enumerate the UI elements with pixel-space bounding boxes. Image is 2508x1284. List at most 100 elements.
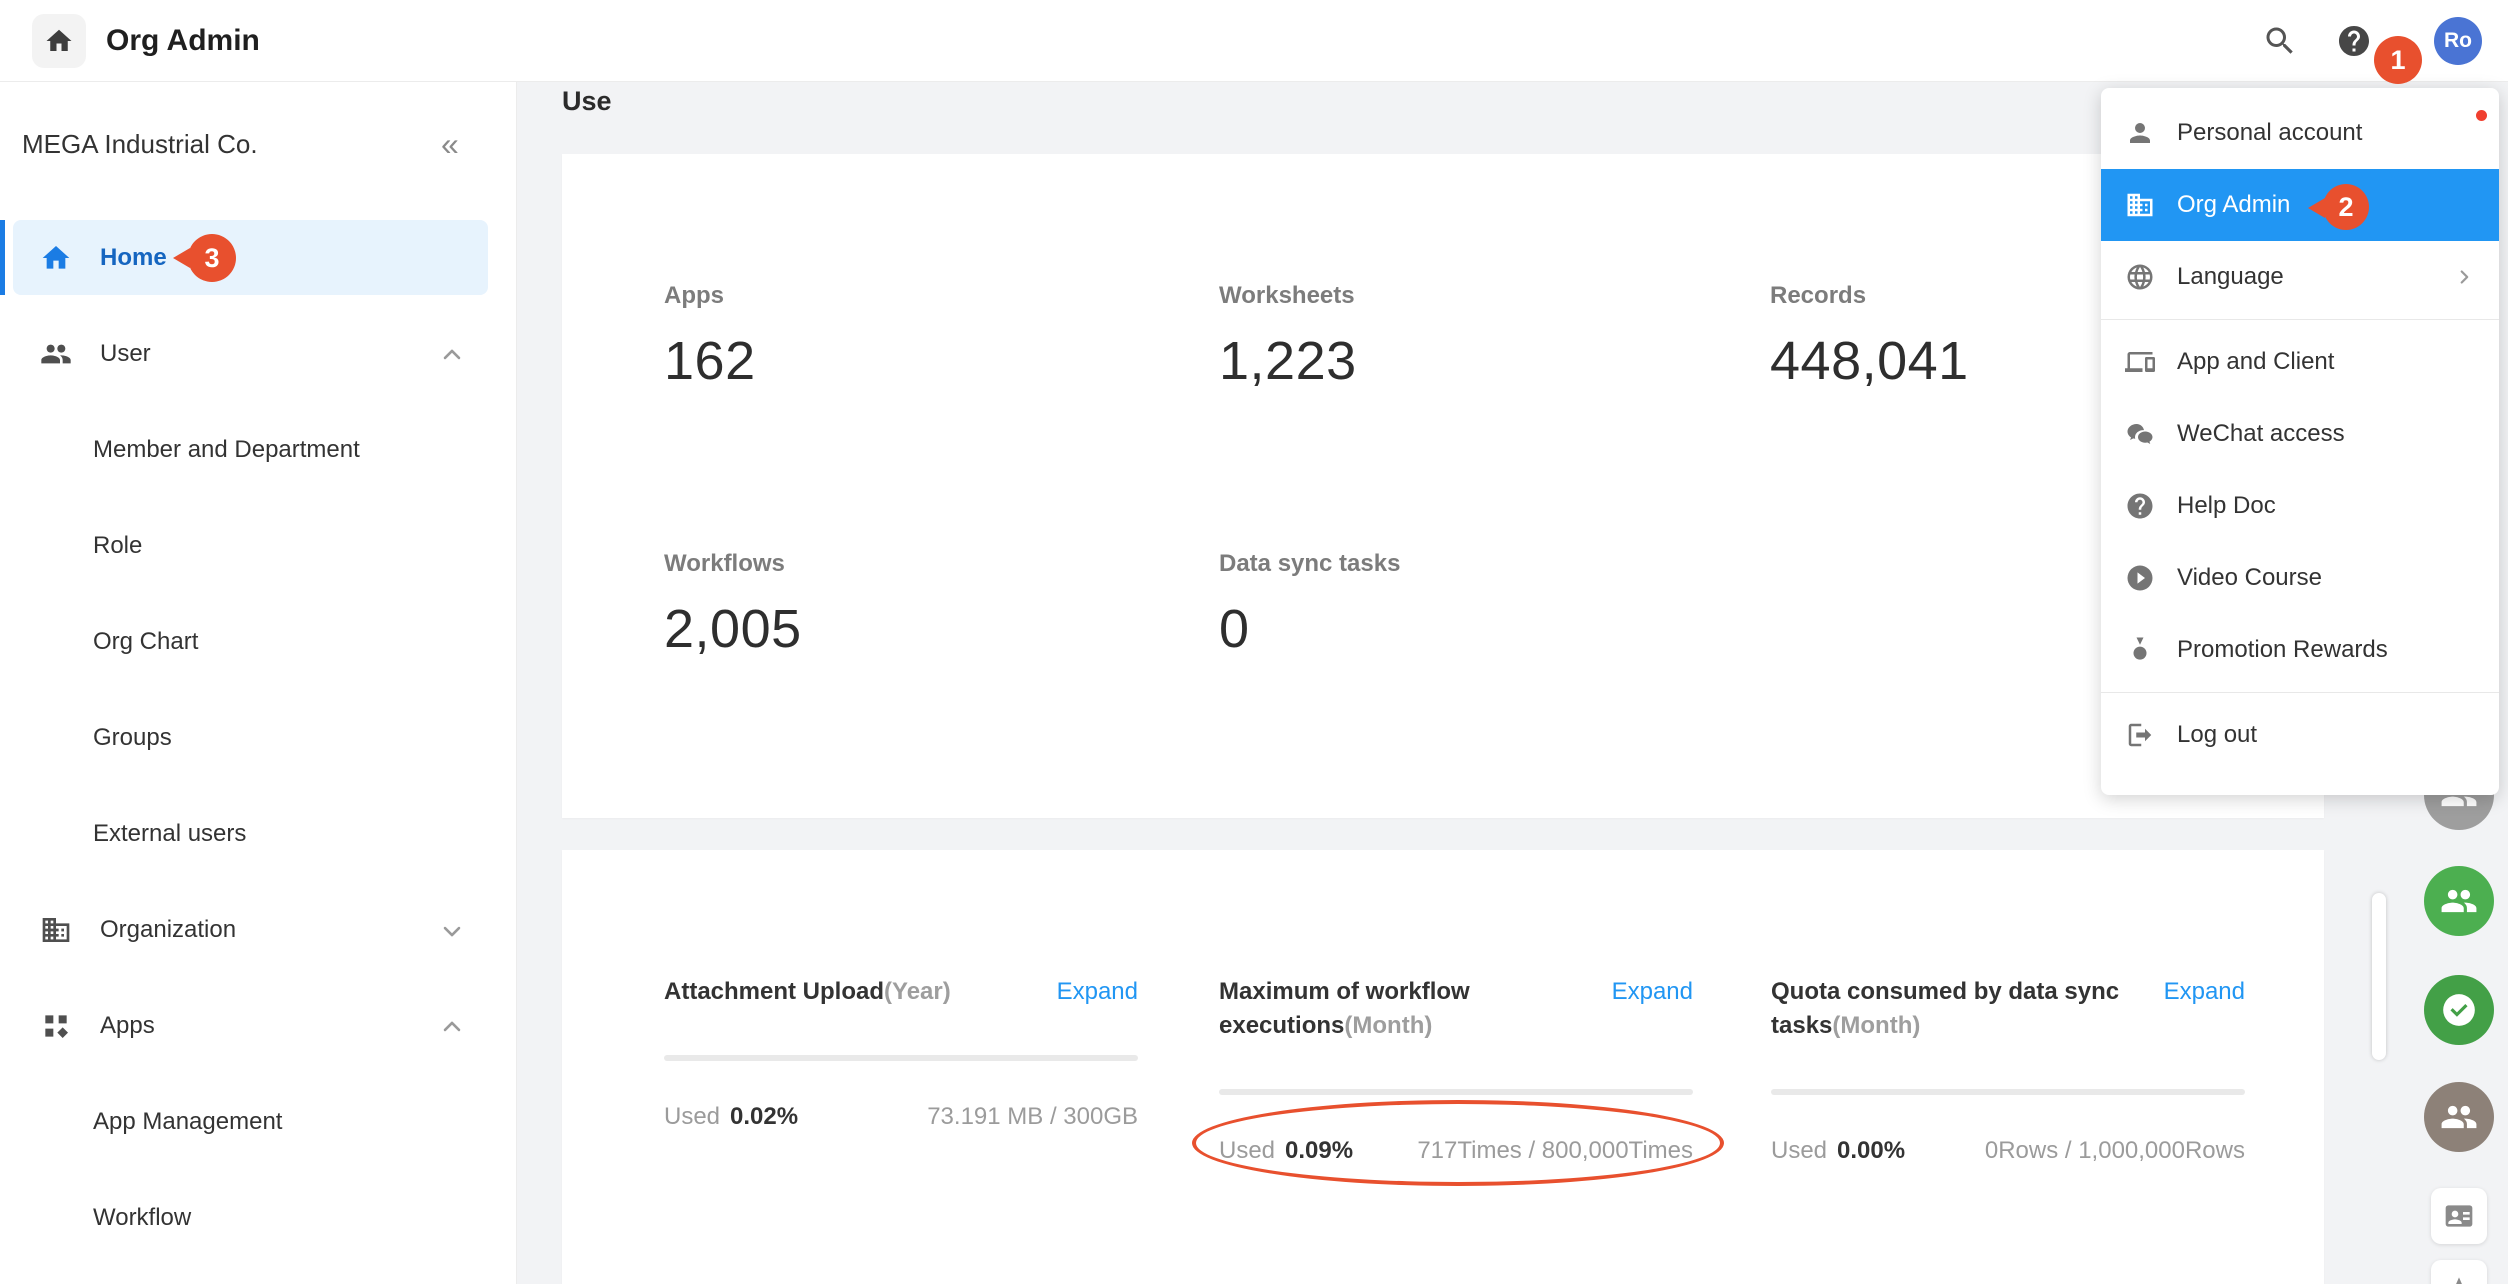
sidebar-item-role[interactable]: Role [0,498,517,594]
sidebar-item-user[interactable]: User [0,306,517,402]
usage-values: Used 0.09% 717Times / 800,000Times [1219,1137,1693,1165]
stat-value: 1,223 [1219,330,1770,392]
org-header: MEGA Industrial Co. « [0,82,516,210]
sidebar-item-external-users[interactable]: External users [0,786,517,882]
menu-item-label: Help Doc [2177,492,2276,520]
annotation-number: 2 [2338,192,2353,223]
logout-icon [2125,720,2155,750]
contact-card-icon [2443,1200,2475,1232]
annotation-number: 3 [204,243,219,274]
usage-card: Attachment Upload(Year) Expand Used 0.02… [562,850,2324,1284]
menu-item-video-course[interactable]: Video Course [2101,542,2499,614]
sidebar-item-workflow[interactable]: Workflow [0,1170,517,1266]
help-icon[interactable] [2336,23,2372,59]
menu-item-label: Video Course [2177,564,2322,592]
play-icon [2125,563,2155,593]
organization-icon [2125,190,2155,220]
menu-item-app-and-client[interactable]: App and Client [2101,326,2499,398]
usage-title: Maximum of workflow executions(Month) [1219,975,1569,1043]
active-accent-bar [0,220,5,295]
annotation-arrow [173,248,190,268]
stat-data-sync-tasks: Data sync tasks 0 [1219,550,1770,660]
usage-attachment-upload: Attachment Upload(Year) Expand Used 0.02… [664,975,1138,1131]
menu-item-label: Language [2177,263,2284,291]
menu-divider [2101,319,2499,320]
stat-value: 0 [1219,598,1770,660]
page-title: Org Admin [106,24,260,58]
chevron-down-icon[interactable] [438,917,466,945]
menu-item-label: Promotion Rewards [2177,636,2388,664]
usage-title-text: Quota consumed by data sync tasks [1771,978,2119,1039]
expand-link[interactable]: Expand [1057,975,1138,1009]
floating-button-contact-card[interactable] [2431,1188,2487,1244]
used-label: Used [1219,1137,1275,1165]
expand-link[interactable]: Expand [2164,975,2245,1009]
menu-item-language[interactable]: Language [2101,241,2499,313]
home-button[interactable] [32,14,86,68]
sidebar-item-org-chart[interactable]: Org Chart [0,594,517,690]
users-icon [2440,882,2478,920]
wechat-icon [2125,419,2155,449]
sidebar-item-label: Workflow [93,1204,191,1232]
sidebar-item-label: Groups [93,724,172,752]
avatar[interactable]: Ro [2434,17,2482,65]
usage-header: Quota consumed by data sync tasks(Month)… [1771,975,2245,1043]
search-icon[interactable] [2262,23,2298,59]
usage-workflow-executions: Maximum of workflow executions(Month) Ex… [1219,975,1693,1165]
sidebar-item-apps[interactable]: Apps [0,978,517,1074]
menu-item-log-out[interactable]: Log out [2101,699,2499,771]
stat-label: Workflows [664,550,1219,578]
floating-button-group[interactable] [2424,866,2494,936]
sidebar-item-member-and-department[interactable]: Member and Department [0,402,517,498]
menu-item-label: WeChat access [2177,420,2345,448]
annotation-step-1: 1 [2374,36,2422,84]
person-icon [2125,118,2155,148]
stat-value: 2,005 [664,598,1219,660]
used-label: Used [1771,1137,1827,1165]
menu-item-label: Personal account [2177,119,2362,147]
progress-bar [1219,1089,1693,1095]
sidebar-item-groups[interactable]: Groups [0,690,517,786]
menu-item-help-doc[interactable]: Help Doc [2101,470,2499,542]
stat-value: 162 [664,330,1219,392]
check-circle-icon [2440,991,2478,1029]
floating-button-check[interactable] [2424,975,2494,1045]
used-label: Used [664,1103,720,1131]
stat-workflows: Workflows 2,005 [664,550,1219,660]
floating-button-team[interactable] [2424,1082,2494,1152]
menu-divider [2101,692,2499,693]
sidebar-nav: Home User Member and Department Role Org… [0,210,517,1266]
stats-card: Apps 162 Worksheets 1,223 Records 448,04… [562,154,2324,818]
annotation-arrow [2308,198,2325,218]
chevron-up-icon[interactable] [438,1013,466,1041]
annotation-step-2: 2 [2323,184,2369,230]
scrollbar-thumb[interactable] [2372,893,2386,1060]
globe-icon [2125,262,2155,292]
usage-title: Quota consumed by data sync tasks(Month) [1771,975,2163,1043]
menu-item-org-admin[interactable]: Org Admin [2101,169,2499,241]
organization-icon [40,914,72,946]
sidebar-collapse-button[interactable]: « [441,126,459,162]
usage-quota: 717Times / 800,000Times [1417,1137,1693,1165]
sidebar-item-label: Apps [100,1012,155,1040]
usage-quota: 0Rows / 1,000,000Rows [1985,1137,2245,1165]
expand-link[interactable]: Expand [1612,975,1693,1009]
usage-data-sync-quota: Quota consumed by data sync tasks(Month)… [1771,975,2245,1165]
sidebar-item-home[interactable]: Home [0,210,517,306]
menu-item-personal-account[interactable]: Personal account [2101,97,2499,169]
chevron-up-icon[interactable] [438,341,466,369]
sidebar-item-organization[interactable]: Organization [0,882,517,978]
stat-label: Apps [664,282,1219,310]
home-icon [40,242,72,274]
users-icon [40,338,72,370]
menu-item-wechat-access[interactable]: WeChat access [2101,398,2499,470]
floating-button-text[interactable] [2431,1260,2487,1284]
menu-item-promotion-rewards[interactable]: Promotion Rewards [2101,614,2499,686]
sidebar-item-app-management[interactable]: App Management [0,1074,517,1170]
stat-label: Worksheets [1219,282,1770,310]
usage-title-suffix: (Month) [1832,1012,1920,1039]
users-icon [2440,1098,2478,1136]
sidebar-item-label: Member and Department [93,436,360,464]
medal-icon [2125,635,2155,665]
sidebar-item-label: App Management [93,1108,282,1136]
